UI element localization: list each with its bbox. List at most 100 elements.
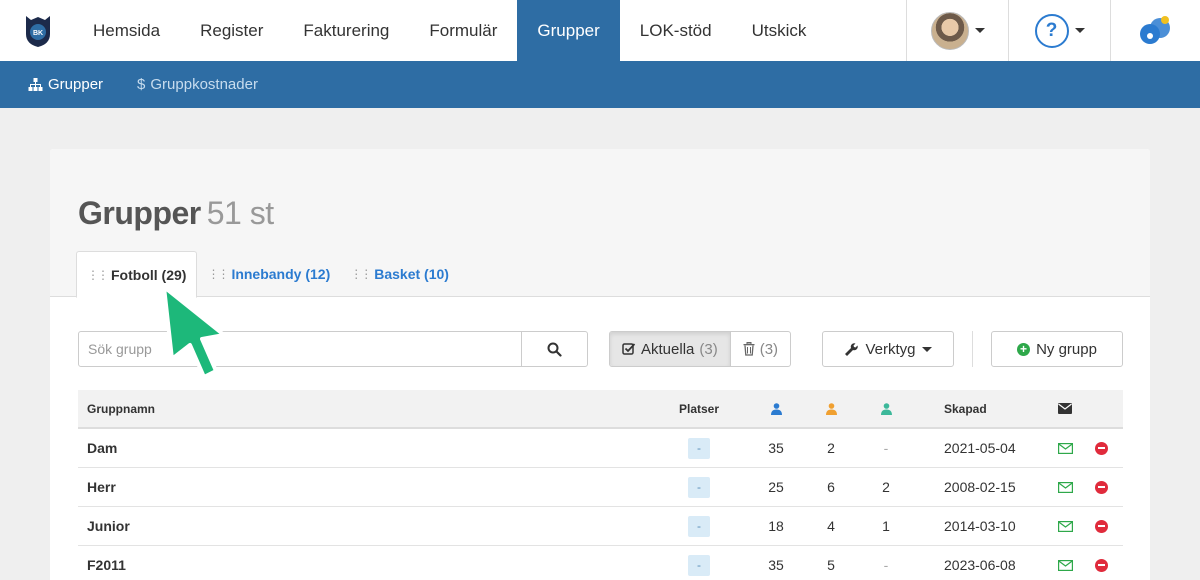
members-orange-count: 6 — [827, 479, 835, 495]
nav-item-register[interactable]: Register — [180, 0, 283, 61]
column-header-members-blue[interactable] — [766, 390, 786, 427]
created-date: 2014-03-10 — [944, 518, 1016, 534]
members-blue-count: 35 — [768, 440, 784, 456]
places-cell: - — [678, 507, 720, 545]
subnav-item-gruppkostnader[interactable]: $ Gruppkostnader — [137, 76, 258, 93]
delete-group-button[interactable] — [1094, 429, 1108, 467]
places-badge[interactable]: - — [688, 554, 710, 576]
column-header-created[interactable]: Skapad — [944, 390, 987, 427]
brand-logo-icon — [1139, 15, 1170, 44]
user-menu[interactable] — [906, 0, 1008, 61]
club-logo[interactable]: BK — [0, 0, 75, 61]
send-mail-button[interactable] — [1056, 429, 1074, 467]
plus-circle-icon: + — [1017, 342, 1031, 356]
dollar-icon: $ — [137, 76, 146, 93]
send-mail-button[interactable] — [1056, 546, 1074, 580]
search-input[interactable] — [79, 332, 521, 366]
table-row[interactable]: Dam - 35 2 - 2021-05-04 — [78, 429, 1123, 468]
trash-filter-button[interactable]: (3) — [731, 332, 790, 366]
current-filter-count: (3) — [699, 340, 718, 358]
places-badge[interactable]: - — [688, 515, 710, 537]
svg-text:BK: BK — [32, 30, 42, 37]
members-blue-count: 25 — [768, 479, 784, 495]
pointer-cursor-icon — [162, 285, 226, 379]
avatar — [930, 11, 969, 50]
places-badge[interactable]: - — [688, 437, 710, 459]
envelope-outline-icon — [1057, 559, 1073, 571]
table-row[interactable]: Junior - 18 4 1 2014-03-10 — [78, 507, 1123, 546]
groups-table: Gruppnamn Platser Skapad Dam - 35 2 - 20… — [78, 390, 1123, 580]
members-teal-count: 2 — [882, 479, 890, 495]
members-teal-count: - — [883, 557, 889, 573]
envelope-outline-icon — [1057, 481, 1073, 493]
minus-circle-icon — [1094, 519, 1108, 533]
envelope-icon — [1058, 403, 1072, 414]
group-name[interactable]: Dam — [87, 429, 117, 467]
toolbar: Aktuella (3) (3) Verktyg — [78, 331, 1123, 367]
members-teal-count: 1 — [882, 518, 890, 534]
minus-circle-icon — [1094, 480, 1108, 494]
user-orange-icon — [825, 402, 837, 415]
nav-item-grupper[interactable]: Grupper — [517, 0, 620, 61]
user-blue-icon — [770, 402, 782, 415]
group-name[interactable]: Junior — [87, 507, 130, 545]
created-date: 2021-05-04 — [944, 440, 1016, 456]
tools-dropdown[interactable]: Verktyg — [822, 331, 954, 367]
top-navigation: BK Hemsida Register Fakturering Formulär… — [0, 0, 1200, 61]
column-header-places[interactable]: Platser — [678, 390, 720, 427]
column-header-members-teal[interactable] — [876, 390, 896, 427]
current-filter-label: Aktuella — [641, 340, 695, 358]
search-button[interactable] — [521, 332, 587, 366]
members-orange-count: 4 — [827, 518, 835, 534]
minus-circle-icon — [1094, 441, 1108, 455]
column-header-name[interactable]: Gruppnamn — [87, 390, 155, 427]
tools-label: Verktyg — [865, 340, 916, 358]
table-row[interactable]: Herr - 25 6 2 2008-02-15 — [78, 468, 1123, 507]
current-filter-button[interactable]: Aktuella (3) — [610, 332, 731, 366]
nav-item-fakturering[interactable]: Fakturering — [283, 0, 409, 61]
places-cell: - — [678, 429, 720, 467]
sub-navigation: Grupper $ Gruppkostnader — [0, 61, 1200, 108]
chevron-down-icon — [1074, 28, 1085, 33]
brand-menu[interactable] — [1110, 0, 1200, 61]
table-header: Gruppnamn Platser Skapad — [78, 390, 1123, 429]
delete-group-button[interactable] — [1094, 507, 1108, 545]
trash-filter-count: (3) — [759, 340, 779, 358]
group-name[interactable]: F2011 — [87, 546, 126, 580]
minus-circle-icon — [1094, 558, 1108, 572]
subnav-item-label: Gruppkostnader — [150, 76, 258, 93]
nav-item-hemsida[interactable]: Hemsida — [75, 0, 180, 61]
send-mail-button[interactable] — [1056, 507, 1074, 545]
places-badge[interactable]: - — [688, 476, 710, 498]
trash-icon — [743, 342, 755, 356]
nav-item-formular[interactable]: Formulär — [409, 0, 517, 61]
nav-item-utskick[interactable]: Utskick — [732, 0, 827, 61]
toolbar-divider — [972, 331, 973, 367]
club-shield-logo-icon: BK — [25, 15, 50, 47]
check-square-icon — [622, 343, 636, 355]
new-group-button[interactable]: + Ny grupp — [991, 331, 1123, 367]
nav-item-lok-stod[interactable]: LOK-stöd — [620, 0, 732, 61]
members-orange-count: 5 — [827, 557, 835, 573]
members-blue-count: 35 — [768, 557, 784, 573]
table-row[interactable]: F2011 - 35 5 - 2023-06-08 — [78, 546, 1123, 580]
places-cell: - — [678, 468, 720, 506]
places-cell: - — [678, 546, 720, 580]
search-box — [78, 331, 588, 367]
user-teal-icon — [880, 402, 892, 415]
subnav-item-grupper[interactable]: Grupper — [28, 76, 103, 93]
help-menu[interactable]: ? — [1008, 0, 1110, 61]
delete-group-button[interactable] — [1094, 468, 1108, 506]
created-date: 2023-06-08 — [944, 557, 1016, 573]
group-name[interactable]: Herr — [87, 468, 116, 506]
help-icon: ? — [1034, 13, 1069, 48]
envelope-outline-icon — [1057, 520, 1073, 532]
created-date: 2008-02-15 — [944, 479, 1016, 495]
new-group-label: Ny grupp — [1036, 340, 1097, 358]
delete-group-button[interactable] — [1094, 546, 1108, 580]
column-header-members-orange[interactable] — [821, 390, 841, 427]
send-mail-button[interactable] — [1056, 468, 1074, 506]
search-icon — [547, 342, 562, 357]
column-header-mail — [1056, 390, 1074, 427]
wrench-icon — [845, 342, 859, 356]
